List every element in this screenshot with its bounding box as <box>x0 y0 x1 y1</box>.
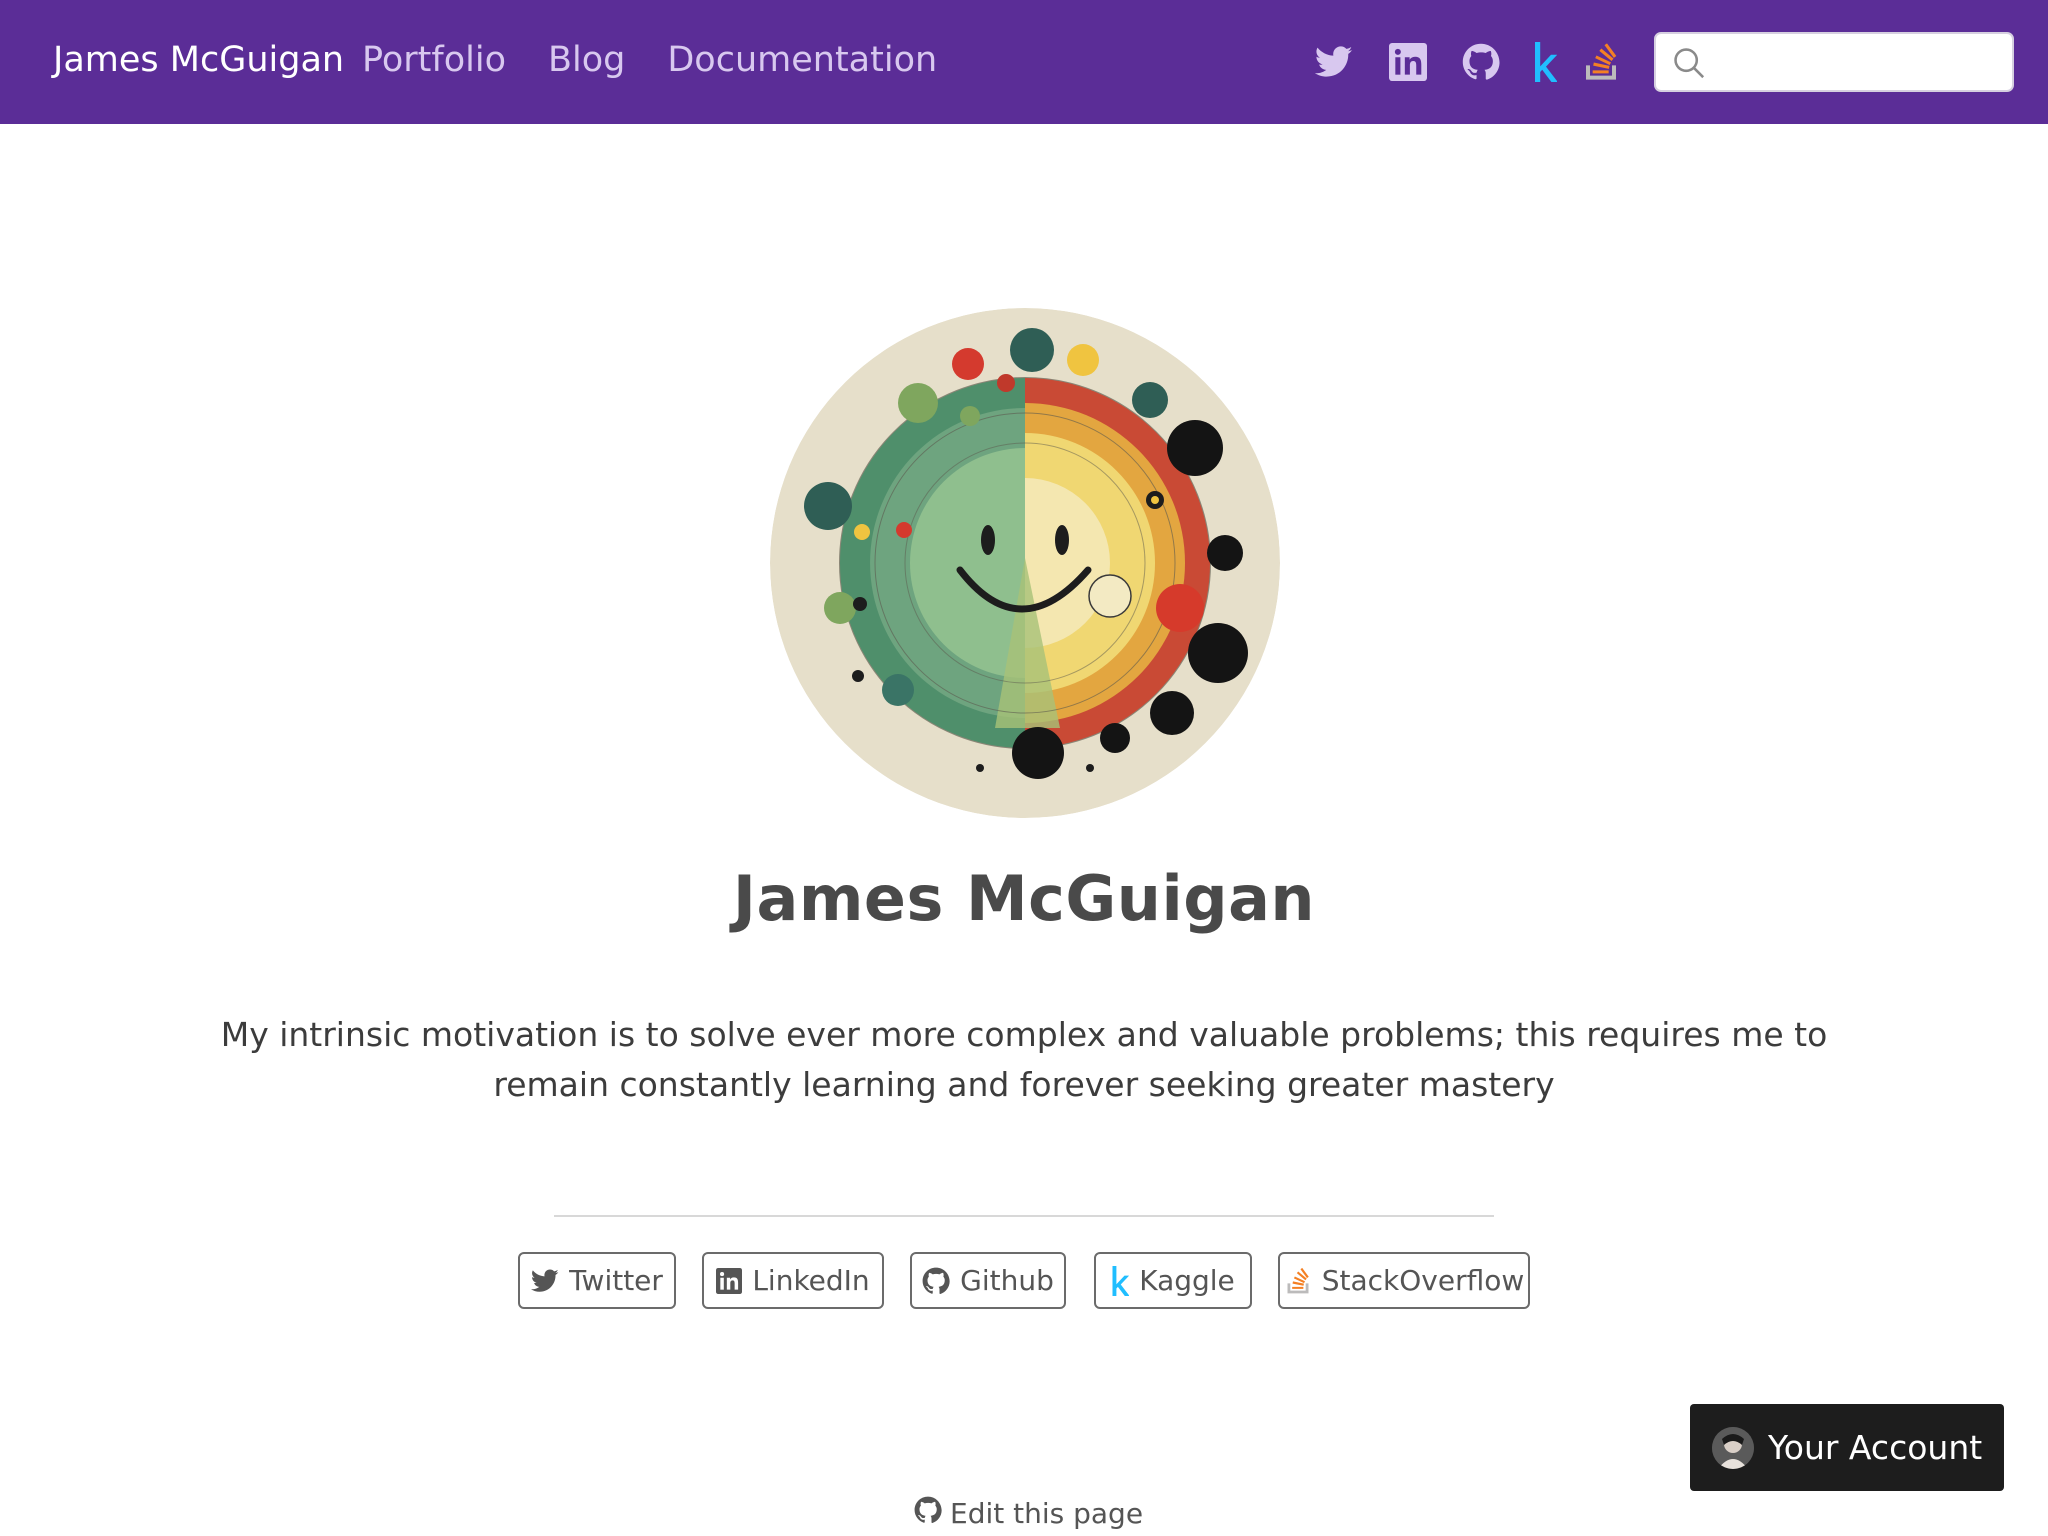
profile-name: James McGuigan <box>732 862 1316 935</box>
your-account-label: Your Account <box>1768 1428 1983 1467</box>
twitter-icon <box>531 1268 559 1293</box>
tagline-line-1: My intrinsic motivation is to solve ever… <box>220 1015 1828 1054</box>
tagline-line-2: remain constantly learning and forever s… <box>493 1065 1555 1104</box>
stackoverflow-button[interactable]: StackOverflow <box>1278 1252 1530 1309</box>
twitter-icon[interactable] <box>1314 39 1354 85</box>
github-icon[interactable] <box>1461 39 1501 85</box>
linkedin-button[interactable]: LinkedIn <box>702 1252 884 1309</box>
github-button[interactable]: Github <box>910 1252 1066 1309</box>
twitter-button-label: Twitter <box>569 1264 663 1297</box>
linkedin-icon[interactable] <box>1388 39 1428 85</box>
brand-link[interactable]: James McGuigan <box>53 40 344 80</box>
edit-page-label: Edit this page <box>950 1497 1144 1530</box>
kaggle-button[interactable]: Kaggle <box>1094 1252 1252 1309</box>
stackoverflow-button-label: StackOverflow <box>1321 1264 1525 1297</box>
nav-link-documentation[interactable]: Documentation <box>667 40 937 80</box>
main-nav: Portfolio Blog Documentation <box>362 40 937 80</box>
github-button-label: Github <box>960 1264 1054 1297</box>
kaggle-button-label: Kaggle <box>1139 1264 1235 1297</box>
nav-link-blog[interactable]: Blog <box>548 40 625 80</box>
github-icon <box>914 1496 942 1531</box>
nav-link-portfolio[interactable]: Portfolio <box>362 40 506 80</box>
edit-page-link[interactable]: Edit this page <box>914 1496 1143 1531</box>
kaggle-icon[interactable] <box>1532 39 1558 85</box>
profile-avatar <box>770 308 1280 818</box>
twitter-button[interactable]: Twitter <box>518 1252 676 1309</box>
github-icon <box>922 1267 950 1295</box>
top-navbar: James McGuigan Portfolio Blog Documentat… <box>0 0 2048 124</box>
search-input[interactable] <box>1718 42 2000 84</box>
your-account-button[interactable]: Your Account <box>1690 1404 2004 1491</box>
kaggle-icon <box>1111 1265 1130 1296</box>
stackoverflow-icon[interactable] <box>1580 39 1622 85</box>
user-avatar <box>1712 1426 1754 1469</box>
search-icon <box>1672 46 1706 84</box>
divider <box>554 1215 1494 1217</box>
search-box <box>1654 32 2014 92</box>
linkedin-icon <box>716 1267 743 1294</box>
linkedin-button-label: LinkedIn <box>752 1264 870 1297</box>
stackoverflow-icon <box>1284 1267 1312 1295</box>
profile-tagline: My intrinsic motivation is to solve ever… <box>200 1010 1848 1110</box>
